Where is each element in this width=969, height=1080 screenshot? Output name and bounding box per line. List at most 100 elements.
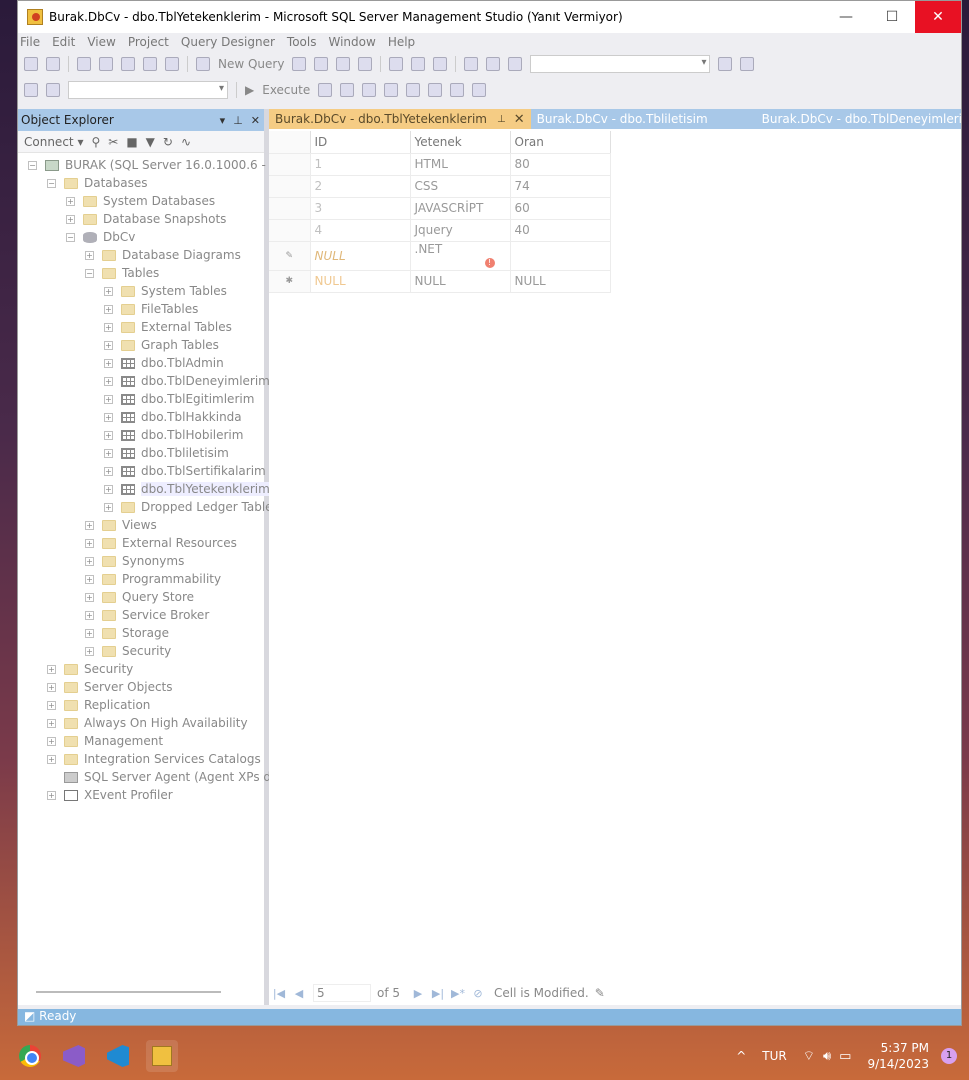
expand-icon[interactable]: +: [104, 286, 113, 296]
new-project-icon[interactable]: [77, 57, 91, 71]
parse-icon[interactable]: [340, 83, 355, 97]
expand-icon[interactable]: +: [85, 646, 94, 656]
tree-node[interactable]: + Replication: [18, 696, 264, 714]
row-indicator[interactable]: [269, 219, 311, 242]
paste-icon[interactable]: [433, 57, 448, 71]
document-tab[interactable]: Burak.DbCv - dbo.TblYetekenklerim ⊥ ✕: [269, 109, 531, 129]
tree-node[interactable]: + dbo.TblHakkinda: [18, 408, 264, 426]
column-header-oran[interactable]: Oran: [510, 131, 611, 154]
cell-id[interactable]: 1: [310, 153, 411, 176]
forward-icon[interactable]: [46, 57, 60, 71]
activity-monitor-icon[interactable]: ∿: [181, 135, 191, 149]
database-combo[interactable]: [68, 81, 228, 99]
cell-id[interactable]: NULL: [310, 241, 411, 271]
collapse-icon[interactable]: −: [47, 178, 56, 188]
display-plan-icon[interactable]: [362, 83, 377, 97]
tree-node[interactable]: + External Resources: [18, 534, 264, 552]
expand-icon[interactable]: +: [85, 574, 94, 584]
open-file-icon[interactable]: [121, 57, 135, 71]
tree-node[interactable]: − BURAK (SQL Server 16.0.1000.6 - Burak\: [18, 156, 309, 174]
expand-icon[interactable]: +: [104, 502, 113, 512]
expand-icon[interactable]: +: [47, 736, 56, 746]
vscode-taskbar-icon[interactable]: [102, 1040, 134, 1072]
new-query-button[interactable]: New Query: [218, 57, 284, 71]
collapse-icon[interactable]: −: [85, 268, 94, 278]
cell-yetenek[interactable]: Jquery: [410, 219, 511, 242]
cell-oran[interactable]: [510, 241, 611, 271]
connect-icon[interactable]: [24, 83, 38, 97]
show-hidden-icons-icon[interactable]: ^: [736, 1049, 746, 1063]
menu-file[interactable]: File: [20, 35, 48, 49]
tree-node[interactable]: + Management: [18, 732, 264, 750]
tree-node[interactable]: + Views: [18, 516, 264, 534]
disconnect-plug-icon[interactable]: ✂: [108, 135, 118, 149]
expand-icon[interactable]: +: [47, 664, 56, 674]
cell-oran[interactable]: 60: [510, 197, 611, 220]
close-button[interactable]: ✕: [915, 1, 961, 33]
cell-id[interactable]: 2: [310, 175, 411, 198]
tree-node[interactable]: SQL Server Agent (Agent XPs disabl: [18, 768, 299, 786]
tree-node[interactable]: + Security: [18, 642, 264, 660]
volume-icon[interactable]: 🔊︎: [823, 1049, 831, 1064]
execute-button[interactable]: Execute: [262, 83, 310, 97]
find-icon[interactable]: [508, 57, 523, 71]
chrome-taskbar-icon[interactable]: [14, 1040, 46, 1072]
undo-icon[interactable]: [464, 57, 479, 71]
cell-id[interactable]: NULL: [310, 270, 411, 293]
copy-icon[interactable]: [411, 57, 426, 71]
expand-icon[interactable]: +: [47, 790, 56, 800]
cell-error-icon[interactable]: !: [484, 258, 495, 268]
expand-icon[interactable]: +: [85, 556, 94, 566]
tree-node[interactable]: + Synonyms: [18, 552, 264, 570]
expand-icon[interactable]: +: [104, 304, 113, 314]
tree-node[interactable]: + Programmability: [18, 570, 264, 588]
cell-oran[interactable]: 40: [510, 219, 611, 242]
cell-oran[interactable]: 80: [510, 153, 611, 176]
tree-node[interactable]: + dbo.TblYetekenklerim: [18, 480, 270, 498]
new-record-icon[interactable]: ▶*: [448, 987, 468, 1000]
tree-node[interactable]: + dbo.TblAdmin: [18, 354, 264, 372]
cell-id[interactable]: 3: [310, 197, 411, 220]
tree-node[interactable]: + Storage: [18, 624, 264, 642]
refresh-icon[interactable]: ↻: [163, 135, 173, 149]
save-icon[interactable]: [143, 57, 157, 71]
back-icon[interactable]: [24, 57, 38, 71]
wifi-icon[interactable]: ⌔: [803, 1048, 815, 1064]
battery-icon[interactable]: ▭: [839, 1049, 851, 1064]
last-record-icon[interactable]: ▶|: [428, 987, 448, 1000]
expand-icon[interactable]: +: [104, 394, 113, 404]
expand-icon[interactable]: +: [104, 322, 113, 332]
minimize-button[interactable]: —: [823, 1, 869, 33]
clock[interactable]: 5:37 PM 9/14/2023: [867, 1040, 929, 1072]
results-grid-icon[interactable]: [384, 83, 399, 97]
expand-icon[interactable]: +: [104, 448, 113, 458]
tree-node[interactable]: + External Tables: [18, 318, 264, 336]
cell-yetenek[interactable]: JAVASCRİPT: [410, 197, 511, 220]
menu-view[interactable]: View: [87, 35, 123, 49]
dropdown-icon[interactable]: ▾: [216, 114, 230, 127]
tree-node[interactable]: + XEvent Profiler: [18, 786, 264, 804]
expand-icon[interactable]: +: [85, 520, 94, 530]
input-language[interactable]: TUR: [762, 1049, 786, 1063]
tree-node[interactable]: + Security: [18, 660, 264, 678]
tree-node[interactable]: + dbo.TblHobilerim: [18, 426, 264, 444]
ssms-taskbar-icon[interactable]: [146, 1040, 178, 1072]
wrench-icon[interactable]: [740, 57, 755, 71]
menu-tools[interactable]: Tools: [287, 35, 325, 49]
expand-icon[interactable]: +: [85, 250, 94, 260]
cell-oran[interactable]: 74: [510, 175, 611, 198]
tree-node[interactable]: + Database Diagrams: [18, 246, 264, 264]
expand-icon[interactable]: +: [66, 214, 75, 224]
expand-icon[interactable]: +: [104, 340, 113, 350]
cell-yetenek[interactable]: NULL: [410, 270, 511, 293]
row-indicator[interactable]: [269, 153, 311, 176]
expand-icon[interactable]: +: [47, 682, 56, 692]
row-indicator[interactable]: ✱: [269, 270, 311, 293]
tree-node[interactable]: + FileTables: [18, 300, 264, 318]
tree-node[interactable]: + Graph Tables: [18, 336, 264, 354]
tree-node[interactable]: + dbo.TblSertifikalarim: [18, 462, 266, 480]
menu-window[interactable]: Window: [328, 35, 383, 49]
tree-node[interactable]: + dbo.TblDeneyimlerim: [18, 372, 270, 390]
dmx-query-icon[interactable]: [314, 57, 329, 71]
save-all-icon[interactable]: [165, 57, 179, 71]
